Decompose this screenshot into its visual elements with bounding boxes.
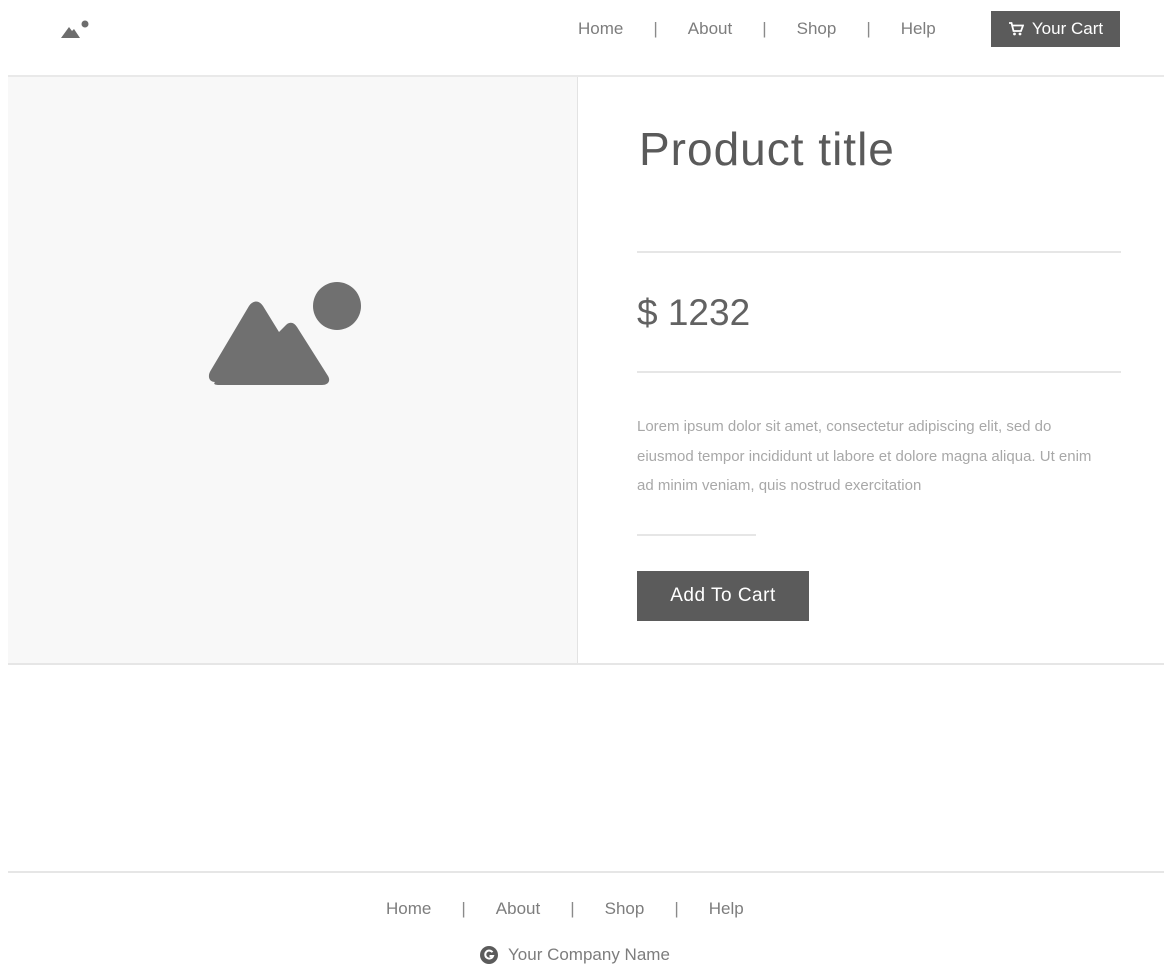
footer-home-link[interactable]: Home: [386, 899, 431, 919]
footer-about-link[interactable]: About: [496, 899, 540, 919]
nav-separator: |: [762, 19, 767, 38]
footer-nav: Home | About | Shop | Help: [386, 897, 744, 921]
add-to-cart-button[interactable]: Add To Cart: [637, 571, 809, 621]
image-mountain-icon[interactable]: [60, 19, 90, 39]
cart-icon: [1008, 22, 1024, 36]
footer-nav-separator: |: [461, 899, 466, 918]
header: Home | About | Shop | Help Your Cart: [0, 0, 1164, 76]
company-credit: Your Company Name: [480, 943, 670, 967]
footer-help-link[interactable]: Help: [709, 899, 744, 919]
nav-shop-link[interactable]: Shop: [797, 19, 837, 39]
nav-help-link[interactable]: Help: [901, 19, 936, 39]
top-nav: Home | About | Shop | Help: [578, 17, 936, 41]
nav-separator: |: [866, 19, 871, 38]
main-bottom-divider: [8, 663, 1164, 665]
nav-separator: |: [653, 19, 658, 38]
footer-divider: [8, 871, 1164, 873]
nav-home-link[interactable]: Home: [578, 19, 623, 39]
footer-nav-separator: |: [674, 899, 679, 918]
product-image-panel: [8, 77, 578, 663]
description-divider: [637, 534, 756, 536]
footer-nav-separator: |: [570, 899, 575, 918]
company-name: Your Company Name: [508, 945, 670, 964]
footer-shop-link[interactable]: Shop: [605, 899, 645, 919]
page: Home | About | Shop | Help Your Cart Pro…: [0, 0, 1164, 969]
your-cart-button[interactable]: Your Cart: [991, 11, 1120, 47]
product-price: $ 1232: [637, 292, 751, 333]
nav-about-link[interactable]: About: [688, 19, 732, 39]
image-placeholder-icon: [208, 282, 361, 385]
cart-label: Your Cart: [1031, 19, 1104, 38]
product-title: Product title: [639, 123, 895, 175]
product-description: Lorem ipsum dolor sit amet, consectetur …: [637, 418, 1092, 494]
price-divider: [637, 371, 1121, 373]
company-logo-icon: [480, 946, 498, 964]
title-divider: [637, 251, 1121, 253]
